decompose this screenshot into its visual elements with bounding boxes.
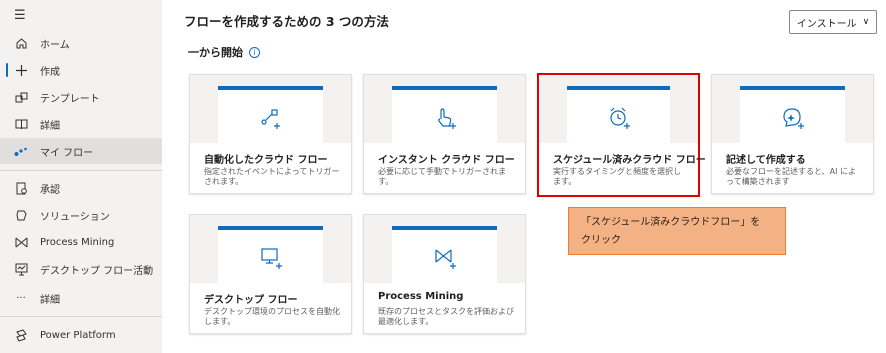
home-icon [14, 36, 28, 50]
sidebar-item-power-platform[interactable]: Power Platform [0, 322, 162, 348]
card-description: デスクトップ環境のプロセスを自動化します。 [204, 307, 340, 326]
plus-icon [14, 63, 28, 77]
card-title: デスクトップ フロー [204, 295, 298, 306]
automated-flow-icon [260, 109, 280, 129]
scheduled-flow-icon [609, 107, 630, 129]
power-platform-icon [14, 328, 28, 342]
card-title: 自動化したクラウド フロー [204, 155, 328, 166]
book-icon [14, 117, 28, 131]
sidebar-item-label: 詳細 [40, 120, 60, 132]
install-button-label: インストール [796, 18, 857, 30]
sidebar-item-label: ソリューション [40, 211, 110, 223]
card-title: 記述して作成する [726, 155, 806, 166]
sidebar-item-templates[interactable]: テンプレート [0, 84, 162, 110]
sidebar-item-create[interactable]: 作成 [0, 57, 162, 83]
approval-icon [14, 181, 28, 195]
sidebar-item-desktop-activity[interactable]: デスクトップ フロー活動 [0, 256, 162, 282]
card-instant-flow[interactable]: インスタント クラウド フロー 必要に応じて手動でトリガーされます。 [363, 74, 526, 194]
sidebar-item-label: 作成 [40, 66, 60, 78]
more-icon: ··· [16, 292, 26, 304]
card-thumbnail [364, 215, 525, 283]
card-desktop-flow[interactable]: デスクトップ フロー デスクトップ環境のプロセスを自動化します。 [189, 214, 352, 334]
callout-line: 「スケジュール済みクラウドフロー」を [581, 217, 761, 228]
process-mining-card-icon [434, 249, 456, 269]
card-thumbnail [190, 75, 351, 143]
card-thumbnail [539, 75, 698, 143]
template-icon [14, 90, 28, 104]
annotation-callout: 「スケジュール済みクラウドフロー」を クリック [568, 207, 786, 255]
desktop-activity-icon [14, 262, 28, 276]
sidebar-item-label: ホーム [40, 39, 70, 51]
sidebar-item-learn[interactable]: 詳細 [0, 111, 162, 137]
solution-icon [14, 208, 28, 222]
section-heading-label: 一から開始 [188, 46, 243, 59]
sidebar-item-my-flows[interactable]: マイ フロー [0, 138, 162, 164]
sidebar-item-label: Power Platform [40, 329, 116, 341]
section-heading: 一から開始 i [188, 44, 260, 60]
card-thumbnail [190, 215, 351, 283]
card-automated-flow[interactable]: 自動化したクラウド フロー 指定されたイベントによってトリガーされます。 [189, 74, 352, 194]
describe-ai-icon [782, 108, 804, 129]
card-title: インスタント クラウド フロー [378, 155, 515, 166]
sidebar-item-solutions[interactable]: ソリューション [0, 202, 162, 228]
card-description: 必要に応じて手動でトリガーされます。 [378, 167, 506, 186]
card-process-mining[interactable]: Process Mining 既存のプロセスとタスクを評価および最適化します。 [363, 214, 526, 334]
sidebar-divider [0, 316, 162, 317]
card-title: スケジュール済みクラウド フロー [553, 155, 706, 166]
card-thumbnail [712, 75, 873, 143]
card-title: Process Mining [378, 291, 464, 302]
instant-flow-icon [437, 108, 456, 129]
sidebar-item-more[interactable]: ··· 詳細 [0, 285, 162, 311]
chevron-down-icon: ∨ [862, 17, 870, 27]
desktop-flow-icon [260, 248, 282, 269]
card-description: 既存のプロセスとタスクを評価および最適化します。 [378, 307, 514, 326]
card-description: 実行するタイミングと頻度を選択します。 [553, 167, 681, 186]
sidebar-item-label: マイ フロー [40, 147, 94, 159]
card-describe-ai[interactable]: 記述して作成する 必要なフローを記述すると、AI によって構築されます [711, 74, 874, 194]
sidebar-item-label: Process Mining [40, 236, 115, 248]
sidebar-item-label: 承認 [40, 184, 60, 196]
card-thumbnail [364, 75, 525, 143]
process-mining-icon [14, 235, 28, 249]
sidebar-item-home[interactable]: ホーム [0, 30, 162, 56]
card-scheduled-flow[interactable]: スケジュール済みクラウド フロー 実行するタイミングと頻度を選択します。 [537, 73, 706, 197]
card-description: 指定されたイベントによってトリガーされます。 [204, 167, 340, 186]
sidebar-item-label: テンプレート [40, 93, 100, 105]
hamburger-icon[interactable]: ☰ [14, 8, 26, 23]
sidebar-divider [0, 170, 162, 171]
sidebar-item-process-mining[interactable]: Process Mining [0, 229, 162, 255]
callout-text: 「スケジュール済みクラウドフロー」を クリック [581, 214, 760, 250]
flow-icon [14, 144, 28, 158]
info-icon[interactable]: i [249, 46, 260, 58]
page-title: フローを作成するための 3 つの方法 [184, 14, 389, 29]
install-button[interactable]: インストール ∨ [789, 10, 877, 34]
sidebar: ☰ ホーム 作成 テンプレート 詳細 マイ フロー 承認 ソリューション Pro… [0, 0, 162, 353]
sidebar-item-label: 詳細 [40, 294, 60, 306]
callout-line: クリック [581, 235, 621, 246]
sidebar-item-label: デスクトップ フロー活動 [40, 265, 154, 277]
sidebar-item-approvals[interactable]: 承認 [0, 175, 162, 201]
card-description: 必要なフローを記述すると、AI によって構築されます [726, 167, 857, 186]
